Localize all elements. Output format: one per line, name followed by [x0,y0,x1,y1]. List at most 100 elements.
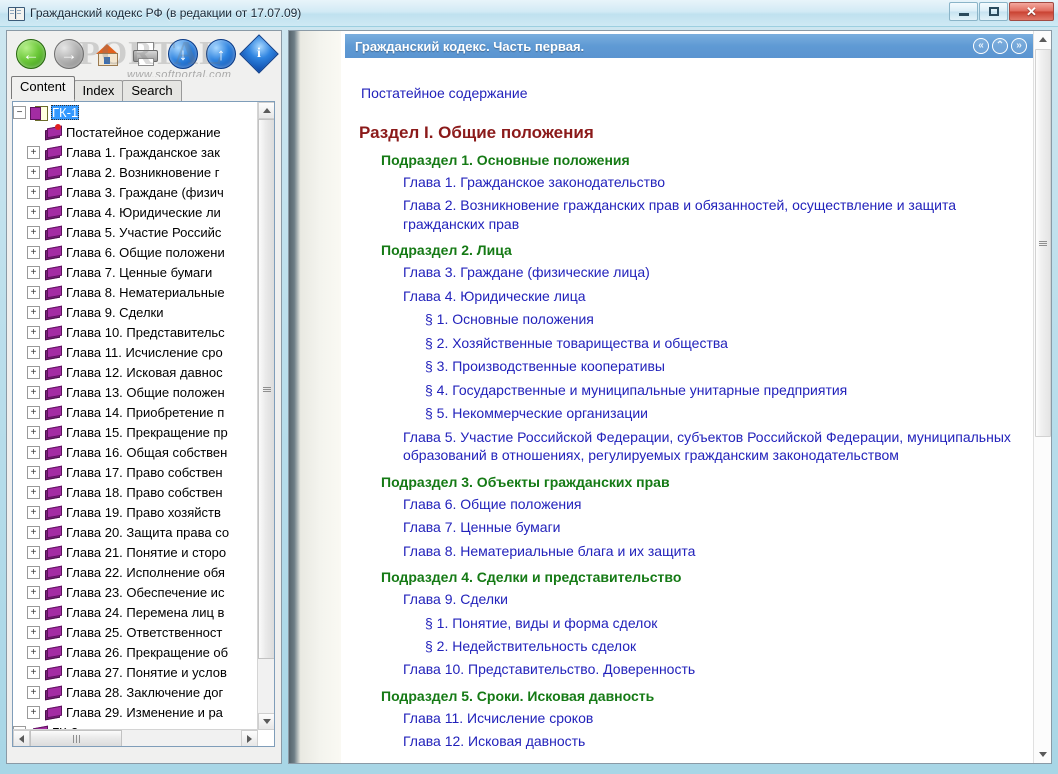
toc-chapter-link[interactable]: Глава 10. Представительство. Доверенност… [403,660,1013,678]
about-button[interactable]: i [239,34,279,74]
expand-icon[interactable]: + [27,685,40,699]
tree-node[interactable]: + Глава 2. Возникновение г [13,162,258,182]
tree-horizontal-scrollbar-thumb[interactable] [30,730,122,746]
document-vertical-scrollbar-thumb[interactable] [1035,49,1051,437]
toc-chapter-link[interactable]: Глава 2. Возникновение гражданских прав … [403,196,1013,233]
tab-content[interactable]: Content [11,76,75,99]
tree-node[interactable]: + Глава 11. Исчисление сро [13,342,258,362]
toc-paragraph-link[interactable]: § 1. Понятие, виды и форма сделок [425,614,1023,632]
expand-icon[interactable]: + [27,625,40,639]
toc-chapter-link[interactable]: Глава 1. Гражданское законодательство [403,173,1013,191]
nav-previous-button[interactable]: « [973,38,989,54]
tree-node[interactable]: + Глава 5. Участие Российс [13,222,258,242]
expand-icon[interactable]: + [27,145,40,159]
expand-icon[interactable]: + [27,705,40,719]
toc-chapter-link[interactable]: Глава 6. Общие положения [403,495,1013,513]
tree-node[interactable]: + Глава 18. Право собствен [13,482,258,502]
expand-icon[interactable]: + [27,645,40,659]
tree-scroll-down-button[interactable] [258,713,274,730]
collapse-icon[interactable]: − [13,105,26,119]
tree-node[interactable]: Постатейное содержание [13,122,258,142]
tree-node[interactable]: + Глава 25. Ответственност [13,622,258,642]
expand-icon[interactable]: + [27,205,40,219]
tree-node[interactable]: + Глава 16. Общая собствен [13,442,258,462]
tree-node[interactable]: − ГК-1 [13,102,258,122]
tree-horizontal-scrollbar[interactable] [13,729,258,746]
tab-search[interactable]: Search [122,80,182,101]
tree-node[interactable]: + Глава 1. Гражданское зак [13,142,258,162]
tree-node[interactable]: + Глава 8. Нематериальные [13,282,258,302]
toc-chapter-link[interactable]: Глава 4. Юридические лица [403,287,1013,305]
tree-node[interactable]: + Глава 10. Представительс [13,322,258,342]
expand-icon[interactable]: + [27,365,40,379]
expand-icon[interactable]: + [27,385,40,399]
tree-node[interactable]: + Глава 12. Исковая давнос [13,362,258,382]
expand-icon[interactable]: + [27,405,40,419]
toc-chapter-link[interactable]: Глава 12. Исковая давность [403,732,1013,750]
tree-vertical-scrollbar[interactable] [257,102,274,730]
tree-node[interactable]: + Глава 27. Понятие и услов [13,662,258,682]
expand-icon[interactable]: + [27,325,40,339]
tree-node[interactable]: + Глава 20. Защита права со [13,522,258,542]
tree-node[interactable]: + Глава 13. Общие положен [13,382,258,402]
expand-icon[interactable]: + [27,425,40,439]
back-button[interactable]: ← [13,36,49,72]
minimize-button[interactable] [949,2,978,21]
tree-node[interactable]: + Глава 17. Право собствен [13,462,258,482]
toc-chapter-link[interactable]: Глава 5. Участие Российской Федерации, с… [403,428,1013,465]
tree-node[interactable]: + Глава 6. Общие положени [13,242,258,262]
previous-topic-button[interactable]: ↓ [165,36,201,72]
toc-paragraph-link[interactable]: § 3. Производственные кооперативы [425,357,1023,375]
tree-vertical-scrollbar-thumb[interactable] [258,119,274,659]
tree-node[interactable]: + Глава 28. Заключение дог [13,682,258,702]
maximize-button[interactable] [979,2,1008,21]
toc-chapter-link[interactable]: Глава 8. Нематериальные блага и их защит… [403,542,1013,560]
toc-paragraph-link[interactable]: § 4. Государственные и муниципальные уни… [425,381,1023,399]
expand-icon[interactable]: + [27,465,40,479]
tree-scroll-left-button[interactable] [13,730,30,746]
toc-chapter-link[interactable]: Глава 9. Сделки [403,590,1013,608]
tree-node[interactable]: + Глава 4. Юридические ли [13,202,258,222]
expand-icon[interactable]: + [27,525,40,539]
forward-button[interactable]: → [51,36,87,72]
expand-icon[interactable]: + [27,565,40,579]
document-vertical-scrollbar[interactable] [1033,31,1051,763]
tree-node[interactable]: + Глава 7. Ценные бумаги [13,262,258,282]
close-button[interactable]: ✕ [1009,2,1054,21]
nav-up-button[interactable]: ⌃ [992,38,1008,54]
tree-node[interactable]: + Глава 21. Понятие и сторо [13,542,258,562]
toc-chapter-link[interactable]: Глава 11. Исчисление сроков [403,709,1013,727]
print-button[interactable] [127,36,163,72]
toc-paragraph-link[interactable]: § 5. Некоммерческие организации [425,404,1023,422]
tree-node[interactable]: + Глава 19. Право хозяйств [13,502,258,522]
home-button[interactable] [89,36,125,72]
tree-node[interactable]: + Глава 3. Граждане (физич [13,182,258,202]
expand-icon[interactable]: + [27,345,40,359]
expand-icon[interactable]: + [27,605,40,619]
tree-node[interactable]: + Глава 26. Прекращение об [13,642,258,662]
tree-node[interactable]: + Глава 23. Обеспечение ис [13,582,258,602]
expand-icon[interactable]: + [27,265,40,279]
tree-node[interactable]: + Глава 14. Приобретение п [13,402,258,422]
expand-icon[interactable]: + [27,225,40,239]
tree-scroll-up-button[interactable] [258,102,274,119]
toc-paragraph-link[interactable]: § 2. Хозяйственные товарищества и общест… [425,334,1023,352]
next-topic-button[interactable]: ↑ [203,36,239,72]
expand-icon[interactable]: + [27,285,40,299]
tab-index[interactable]: Index [73,80,124,101]
expand-icon[interactable]: + [27,545,40,559]
tree-node[interactable]: + Глава 15. Прекращение пр [13,422,258,442]
tree-node[interactable]: + Глава 22. Исполнение обя [13,562,258,582]
toc-paragraph-link[interactable]: § 1. Основные положения [425,310,1023,328]
tree-node[interactable]: + Глава 9. Сделки [13,302,258,322]
nav-next-button[interactable]: » [1011,38,1027,54]
toc-paragraph-link[interactable]: § 2. Недействительность сделок [425,637,1023,655]
tree-node[interactable]: + Глава 29. Изменение и ра [13,702,258,722]
document-scroll-up-button[interactable] [1034,31,1051,48]
document-scroll-down-button[interactable] [1034,746,1051,763]
tree-scroll-right-button[interactable] [241,730,258,746]
tree-node[interactable]: + Глава 24. Перемена лиц в [13,602,258,622]
expand-icon[interactable]: + [27,245,40,259]
toc-chapter-link[interactable]: Глава 3. Граждане (физические лица) [403,263,1013,281]
expand-icon[interactable]: + [27,305,40,319]
